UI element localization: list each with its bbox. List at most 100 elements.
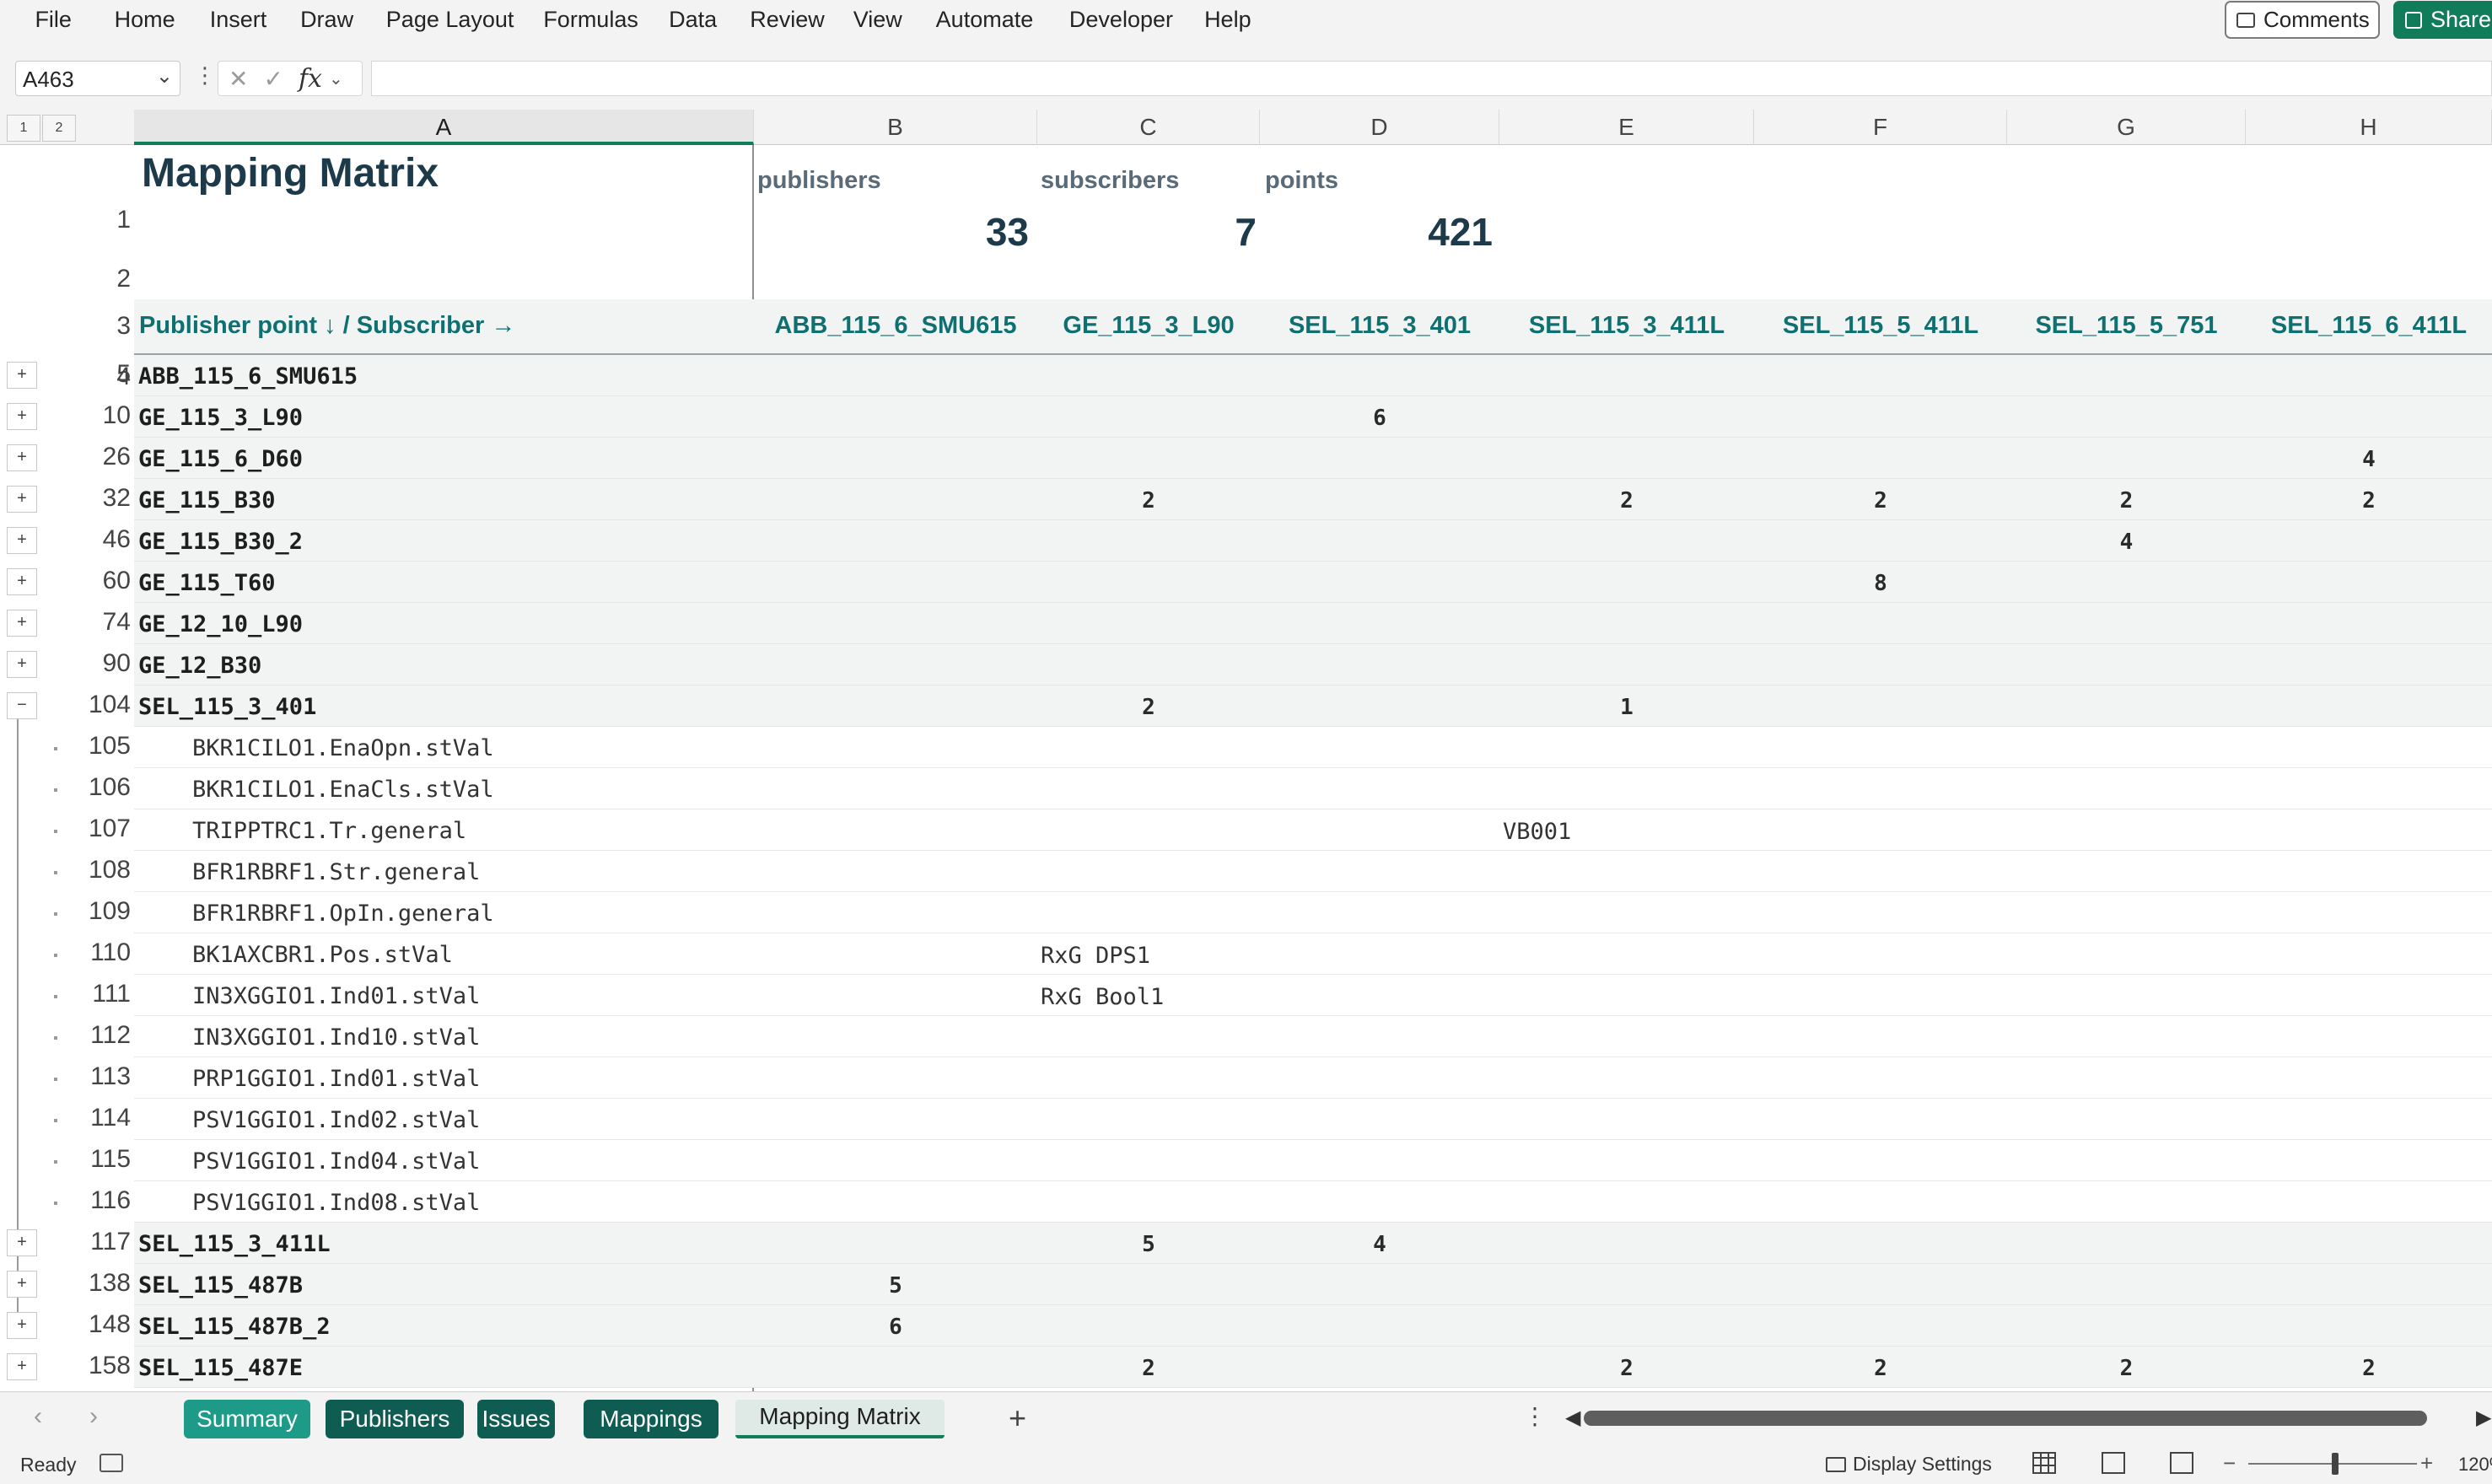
enter-icon[interactable]: ✓	[263, 65, 283, 93]
sheet-tab-mapping-matrix[interactable]: Mapping Matrix	[735, 1400, 945, 1438]
column-header-c[interactable]: C	[1037, 110, 1260, 145]
publisher-group-label[interactable]: GE_12_10_L90	[138, 611, 303, 637]
scrollbar-thumb[interactable]	[1584, 1411, 2427, 1426]
insert-function-icon[interactable]: fx	[299, 64, 322, 94]
publisher-group-label[interactable]: GE_115_T60	[138, 570, 276, 596]
sheet-tab-publishers[interactable]: Publishers	[326, 1400, 464, 1438]
expand-group-button[interactable]: +	[7, 1271, 37, 1298]
expand-group-button[interactable]: +	[7, 527, 37, 554]
menu-file[interactable]: File	[35, 7, 72, 33]
mapping-count[interactable]: 2	[1037, 695, 1260, 720]
mapping-count[interactable]: 8	[1754, 571, 2007, 596]
zoom-level[interactable]: 120%	[2458, 1454, 2492, 1476]
menu-developer[interactable]: Developer	[1069, 7, 1173, 33]
row-header[interactable]: 5	[80, 360, 134, 389]
row-header[interactable]: 74	[80, 608, 134, 637]
menu-review[interactable]: Review	[750, 7, 825, 33]
scroll-left-icon[interactable]: ◀	[1565, 1406, 1580, 1430]
sheet-tab-summary[interactable]: Summary	[184, 1400, 310, 1438]
menu-data[interactable]: Data	[669, 7, 717, 33]
menu-home[interactable]: Home	[115, 7, 175, 33]
menu-insert[interactable]: Insert	[210, 7, 267, 33]
row-header[interactable]: 114	[80, 1104, 134, 1132]
publisher-point-label[interactable]: BKR1CILO1.EnaCls.stVal	[192, 777, 494, 803]
column-header-h[interactable]: H	[2246, 110, 2492, 145]
menu-page-layout[interactable]: Page Layout	[386, 7, 514, 33]
row-header[interactable]: 111	[80, 980, 134, 1008]
add-sheet-icon[interactable]: +	[1009, 1401, 1026, 1436]
expand-group-button[interactable]: +	[7, 486, 37, 513]
row-header[interactable]: 115	[80, 1145, 134, 1174]
formula-input[interactable]	[371, 61, 2492, 96]
publisher-point-label[interactable]: IN3XGGIO1.Ind10.stVal	[192, 1024, 480, 1051]
menu-formulas[interactable]: Formulas	[543, 7, 638, 33]
publisher-point-label[interactable]: IN3XGGIO1.Ind01.stVal	[192, 983, 480, 1009]
sheet-tab-issues[interactable]: Issues	[477, 1400, 555, 1438]
expand-group-button[interactable]: +	[7, 610, 37, 637]
expand-group-button[interactable]: +	[7, 362, 37, 389]
publisher-point-label[interactable]: TRIPPTRC1.Tr.general	[192, 818, 466, 844]
column-header-e[interactable]: E	[1499, 110, 1754, 145]
publisher-point-label[interactable]: PSV1GGIO1.Ind02.stVal	[192, 1107, 480, 1133]
row-header[interactable]: 138	[80, 1269, 134, 1298]
more-vertical-icon[interactable]: ⋮	[1523, 1402, 1547, 1430]
sheet-tab-mappings[interactable]: Mappings	[584, 1400, 719, 1438]
publisher-group-label[interactable]: GE_115_3_L90	[138, 405, 303, 431]
chevron-right-icon[interactable]: ›	[89, 1402, 98, 1431]
expand-group-button[interactable]: +	[7, 444, 37, 471]
publisher-group-label[interactable]: SEL_115_487B_2	[138, 1314, 331, 1340]
expand-group-button[interactable]: +	[7, 1229, 37, 1256]
mapping-count[interactable]: 2	[1499, 488, 1754, 513]
more-vertical-icon[interactable]: ⋮	[194, 62, 216, 89]
menu-view[interactable]: View	[853, 7, 902, 33]
mapping-count[interactable]: 4	[1260, 1232, 1499, 1257]
publisher-point-label[interactable]: BFR1RBRF1.Str.general	[192, 859, 480, 885]
mapping-value[interactable]: RxG DPS1	[1041, 943, 1150, 969]
row-header[interactable]: 108	[80, 856, 134, 884]
expand-group-button[interactable]: +	[7, 568, 37, 595]
scroll-right-icon[interactable]: ▶	[2476, 1406, 2491, 1430]
row-header[interactable]: 46	[80, 525, 134, 554]
menu-draw[interactable]: Draw	[300, 7, 353, 33]
chevron-left-icon[interactable]: ‹	[34, 1402, 42, 1431]
chevron-down-icon[interactable]: ⌄	[156, 64, 173, 89]
publisher-group-label[interactable]: GE_12_B30	[138, 653, 261, 679]
publisher-point-label[interactable]: BKR1CILO1.EnaOpn.stVal	[192, 735, 494, 761]
row-header[interactable]: 1	[80, 206, 134, 234]
expand-group-button[interactable]: +	[7, 651, 37, 678]
publisher-point-label[interactable]: PRP1GGIO1.Ind01.stVal	[192, 1066, 480, 1092]
comments-button[interactable]: Comments	[2225, 1, 2380, 39]
row-header[interactable]: 10	[80, 401, 134, 430]
publisher-group-label[interactable]: SEL_115_3_401	[138, 694, 316, 720]
mapping-count[interactable]: 5	[1037, 1232, 1260, 1257]
zoom-out-icon[interactable]: −	[2223, 1450, 2236, 1476]
mapping-count[interactable]: 2	[2007, 488, 2246, 513]
publisher-group-label[interactable]: GE_115_B30_2	[138, 529, 303, 555]
share-button[interactable]: Share	[2393, 1, 2492, 39]
row-header[interactable]: 113	[80, 1062, 134, 1091]
mapping-count[interactable]: 4	[2246, 447, 2492, 472]
mapping-count[interactable]: 2	[2246, 488, 2492, 513]
row-header[interactable]: 60	[80, 567, 134, 595]
row-header[interactable]: 112	[80, 1021, 134, 1050]
row-header[interactable]: 3	[80, 312, 134, 341]
mapping-count[interactable]: 2	[2246, 1356, 2492, 1381]
page-break-view-icon[interactable]	[2170, 1452, 2193, 1474]
name-box[interactable]: A463 ⌄	[15, 61, 180, 96]
expand-group-button[interactable]: +	[7, 403, 37, 430]
mapping-count[interactable]: 2	[1754, 488, 2007, 513]
column-header-g[interactable]: G	[2007, 110, 2246, 145]
mapping-count[interactable]: 2	[1754, 1356, 2007, 1381]
row-header[interactable]: 148	[80, 1310, 134, 1339]
publisher-group-label[interactable]: SEL_115_3_411L	[138, 1231, 331, 1257]
row-header[interactable]: 2	[80, 265, 134, 293]
macro-record-icon[interactable]	[100, 1454, 123, 1472]
cancel-icon[interactable]: ✕	[229, 65, 248, 93]
outline-level-2-button[interactable]: 2	[42, 115, 76, 142]
row-header[interactable]: 117	[80, 1228, 134, 1256]
row-header[interactable]: 90	[80, 649, 134, 678]
column-header-b[interactable]: B	[754, 110, 1037, 145]
column-header-d[interactable]: D	[1260, 110, 1499, 145]
row-header[interactable]: 158	[80, 1352, 134, 1380]
display-settings-button[interactable]: Display Settings	[1826, 1453, 1992, 1476]
